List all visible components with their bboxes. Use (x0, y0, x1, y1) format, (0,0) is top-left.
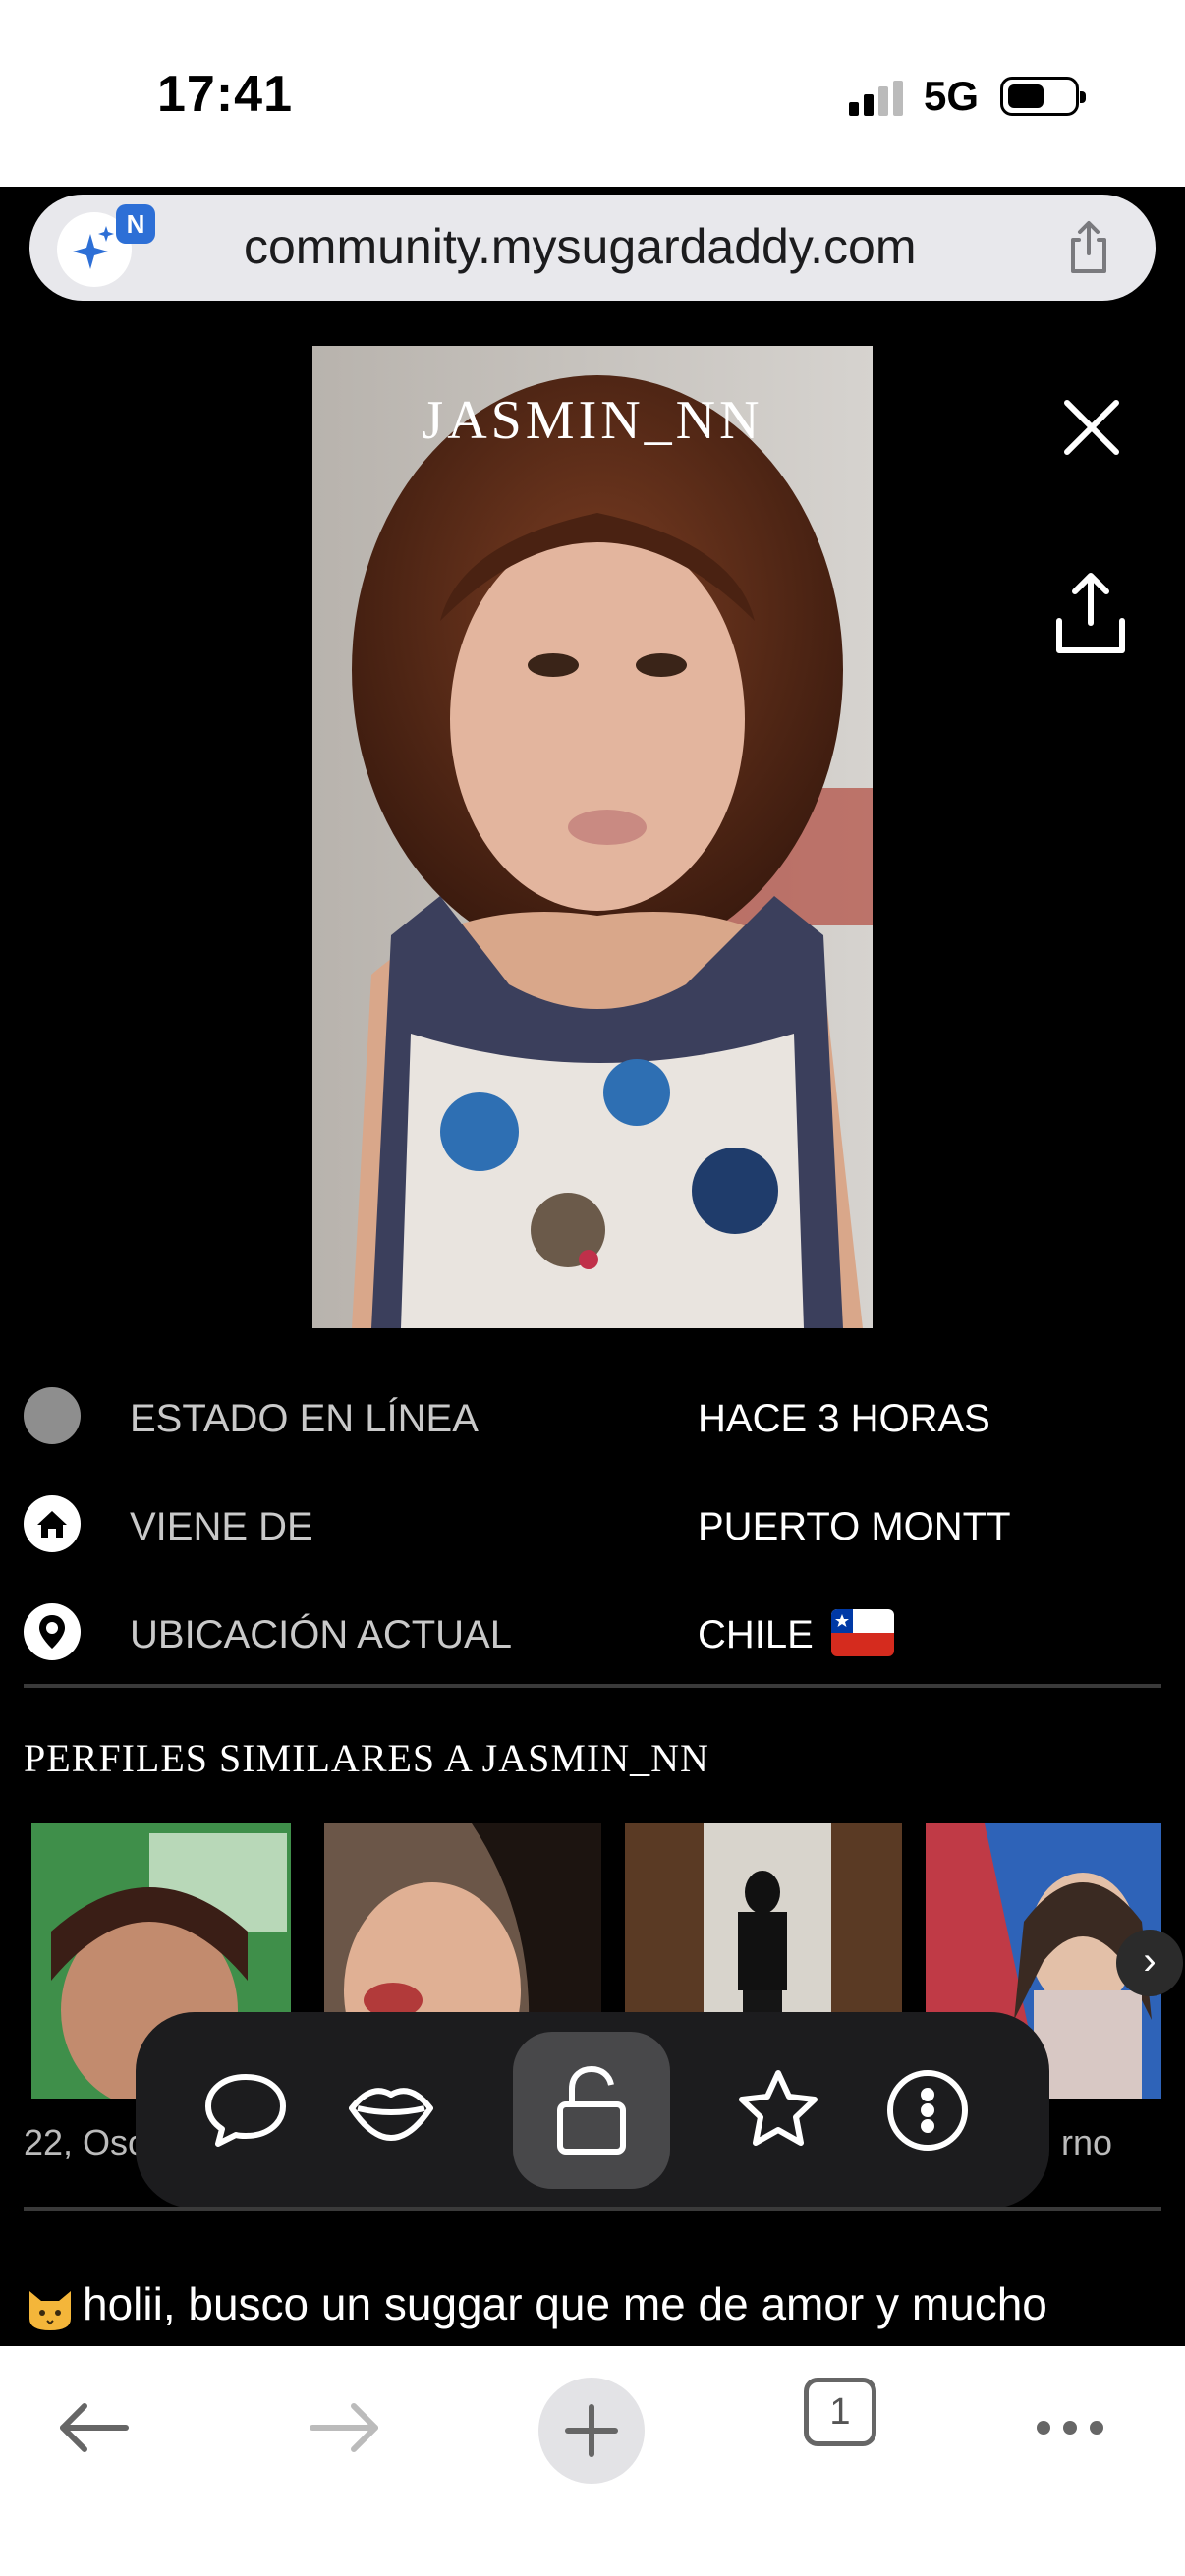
chat-bubble-icon[interactable] (187, 2051, 305, 2169)
share-icon[interactable] (1051, 570, 1130, 658)
url-text[interactable]: community.mysugardaddy.com (244, 218, 917, 275)
similar-profiles-title: PERFILES SIMILARES A JASMIN_NN (24, 1736, 709, 1780)
info-value: CHILE (698, 1613, 814, 1656)
profile-action-bar (136, 2012, 1049, 2209)
chile-flag-icon (831, 1609, 894, 1656)
divider (24, 2207, 1161, 2211)
forward-arrow-icon[interactable] (299, 2383, 387, 2472)
browser-toolbar: 1 (0, 2346, 1185, 2576)
status-time: 17:41 (157, 66, 293, 123)
status-dot-icon (24, 1387, 81, 1444)
info-row-online-status: ESTADO EN LÍNEA HACE 3 HORAS (0, 1377, 1185, 1456)
profile-username: JASMIN_NN (422, 390, 763, 451)
tabs-button[interactable]: 1 (804, 2378, 876, 2446)
kiss-lips-icon[interactable] (332, 2051, 450, 2169)
network-type: 5G (924, 73, 980, 119)
location-pin-icon (24, 1603, 81, 1660)
info-row-from: VIENE DE PUERTO MONTT (0, 1485, 1185, 1564)
cellular-signal-icon (849, 81, 908, 116)
ai-badge: N (116, 204, 155, 244)
battery-icon (1000, 77, 1086, 116)
carousel-next-button[interactable]: › (1116, 1930, 1183, 1996)
close-icon[interactable] (1055, 391, 1128, 464)
info-label: VIENE DE (130, 1505, 313, 1548)
back-arrow-icon[interactable] (51, 2383, 140, 2472)
more-menu-icon[interactable] (1026, 2383, 1114, 2472)
address-bar[interactable]: N community.mysugardaddy.com (29, 195, 1156, 301)
profile-photo[interactable] (312, 346, 873, 1328)
bio-text: holii, busco un suggar que me de amor y … (83, 2278, 1047, 2329)
info-label: UBICACIÓN ACTUAL (130, 1613, 512, 1656)
profile-bio: holii, busco un suggar que me de amor y … (24, 2277, 1047, 2334)
share-page-icon[interactable] (1059, 218, 1118, 277)
more-options-icon[interactable] (869, 2051, 987, 2169)
home-icon (24, 1495, 81, 1552)
similar-profile-caption: rno (1061, 2122, 1113, 2162)
unlock-icon[interactable] (513, 2032, 670, 2189)
web-content: JASMIN_NN ESTADO EN LÍNEA HACE 3 HORAS V… (0, 330, 1185, 2344)
info-value: HACE 3 HORAS (698, 1397, 990, 1440)
status-bar: 17:41 5G (0, 0, 1185, 187)
new-tab-button[interactable] (538, 2378, 645, 2484)
similar-profile-caption: 22, Oso (24, 2122, 148, 2162)
info-row-location: UBICACIÓN ACTUAL CHILE (0, 1594, 1185, 1672)
divider (24, 1684, 1161, 1688)
cat-emoji-icon (24, 2281, 77, 2334)
star-icon[interactable] (719, 2051, 837, 2169)
info-label: ESTADO EN LÍNEA (130, 1397, 479, 1440)
info-value: PUERTO MONTT (698, 1505, 1011, 1548)
